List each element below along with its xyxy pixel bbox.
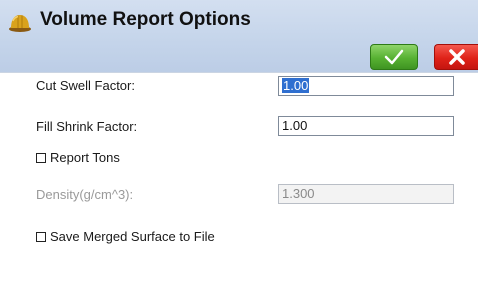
fill-shrink-input[interactable]: 1.00 [278,116,454,136]
fill-shrink-label: Fill Shrink Factor: [36,119,138,134]
density-label: Density(g/cm^3): [36,187,134,202]
dialog-title: Volume Report Options [40,9,251,30]
report-tons-checkbox-row[interactable]: Report Tons [36,150,120,165]
save-merged-checkbox[interactable] [36,231,46,242]
save-merged-checkbox-row[interactable]: Save Merged Surface to File [36,229,215,244]
density-input: 1.300 [278,184,454,204]
x-icon [448,49,465,65]
cut-swell-value: 1.00 [282,78,310,93]
cancel-button[interactable] [434,44,478,70]
checkmark-icon [384,49,404,65]
hard-hat-icon [9,15,31,32]
dialog-header: Volume Report Options [0,0,478,73]
ok-button[interactable] [370,44,418,70]
cut-swell-input[interactable]: 1.00 [278,76,454,96]
volume-report-options-dialog: Volume Report Options Cut Swell Factor: … [0,0,478,282]
report-tons-label: Report Tons [50,150,120,165]
save-merged-label: Save Merged Surface to File [50,229,215,244]
cut-swell-label: Cut Swell Factor: [36,78,135,93]
report-tons-checkbox[interactable] [36,152,46,163]
